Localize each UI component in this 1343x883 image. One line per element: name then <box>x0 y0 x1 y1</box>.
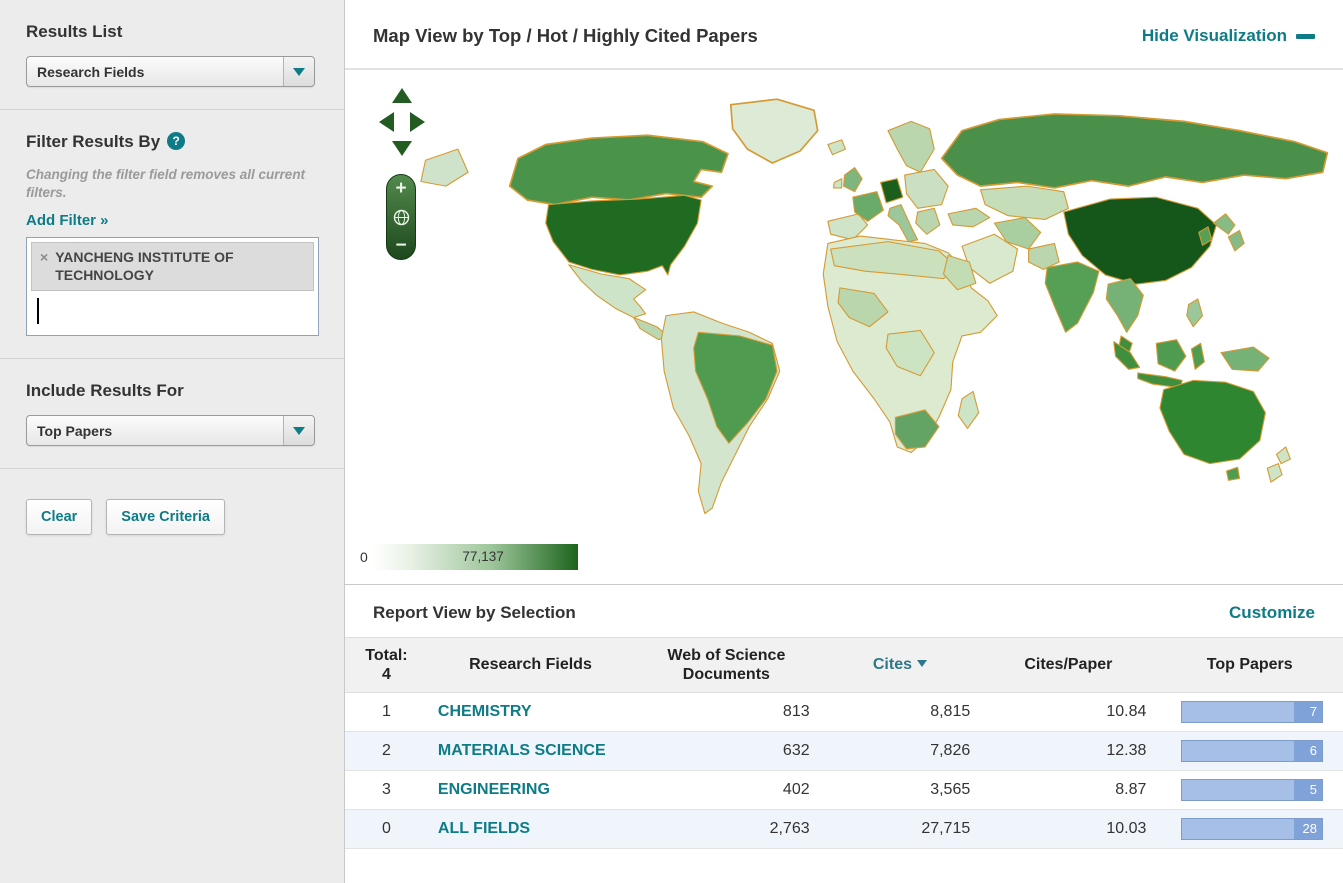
top-papers-bar[interactable]: 6 <box>1181 740 1323 763</box>
filter-section: Filter Results By? Changing the filter f… <box>0 110 344 360</box>
row-rank: 2 <box>345 731 428 772</box>
globe-icon[interactable] <box>393 209 410 226</box>
results-list-section: Results List Research Fields <box>0 0 344 110</box>
map-controls: + − <box>379 88 425 260</box>
include-results-section: Include Results For Top Papers <box>0 359 344 470</box>
hide-visualization-link[interactable]: Hide Visualization <box>1142 26 1315 46</box>
top-papers-value: 6 <box>1309 743 1317 759</box>
map-area: + − 0 77,137 <box>345 70 1343 585</box>
docs-value: 2,763 <box>633 809 820 850</box>
total-value: 4 <box>382 666 391 684</box>
top-papers-bar[interactable]: 7 <box>1181 701 1323 724</box>
zoom-in-icon[interactable]: + <box>395 179 406 198</box>
text-cursor <box>37 298 39 325</box>
remove-filter-icon[interactable]: × <box>40 249 48 266</box>
clear-button[interactable]: Clear <box>26 499 93 536</box>
cites-value: 8,815 <box>819 692 981 733</box>
top-papers-value: 5 <box>1309 782 1317 798</box>
docs-value: 813 <box>633 692 820 733</box>
column-cites-per-paper[interactable]: Cites/Paper <box>980 636 1157 694</box>
actions-section: Clear Save Criteria <box>0 469 344 557</box>
pan-down-icon[interactable] <box>392 141 412 156</box>
help-icon[interactable]: ? <box>167 132 186 150</box>
table-header-row: Total: 4 Research Fields Web of Science … <box>345 636 1343 694</box>
column-wos-documents[interactable]: Web of Science Documents <box>633 636 820 694</box>
filter-note: Changing the filter field removes all cu… <box>26 167 306 201</box>
table-row: 2 MATERIALS SCIENCE 632 7,826 12.38 6 <box>345 731 1343 772</box>
pan-right-icon[interactable] <box>410 112 425 132</box>
map-view-header: Map View by Top / Hot / Highly Cited Pap… <box>345 0 1343 70</box>
filter-tag: × YANCHENG INSTITUTE OF TECHNOLOGY <box>31 242 314 292</box>
table-row: 0 ALL FIELDS 2,763 27,715 10.03 28 <box>345 809 1343 850</box>
sort-desc-icon <box>917 660 927 668</box>
filter-input[interactable] <box>31 291 314 332</box>
column-cites[interactable]: Cites <box>819 636 981 694</box>
cites-per-paper-value: 10.03 <box>980 809 1157 850</box>
row-rank: 0 <box>345 809 428 850</box>
filter-results-title: Filter Results By? <box>26 132 318 152</box>
cites-value: 27,715 <box>819 809 981 850</box>
pan-left-icon[interactable] <box>379 112 394 132</box>
filter-box[interactable]: × YANCHENG INSTITUTE OF TECHNOLOGY <box>26 237 319 337</box>
cites-value: 7,826 <box>819 731 981 772</box>
cites-value: 3,565 <box>819 770 981 811</box>
include-results-title: Include Results For <box>26 381 184 401</box>
table-row: 1 CHEMISTRY 813 8,815 10.84 7 <box>345 692 1343 733</box>
total-label: Total: <box>365 647 408 664</box>
map-legend: 0 77,137 <box>360 544 578 570</box>
save-criteria-button[interactable]: Save Criteria <box>106 499 225 536</box>
cites-per-paper-value: 12.38 <box>980 731 1157 772</box>
world-map[interactable] <box>407 72 1332 550</box>
esi-app: Results List Research Fields Filter Resu… <box>0 0 1343 883</box>
top-papers-value: 28 <box>1302 821 1317 837</box>
legend-min-label: 0 <box>360 549 368 565</box>
include-results-dropdown[interactable]: Top Papers <box>26 415 315 447</box>
sidebar: Results List Research Fields Filter Resu… <box>0 0 345 883</box>
top-papers-bar[interactable]: 5 <box>1181 779 1323 802</box>
map-countries <box>420 98 1329 515</box>
report-table: Total: 4 Research Fields Web of Science … <box>345 636 1343 850</box>
column-top-papers[interactable]: Top Papers <box>1156 636 1343 694</box>
field-link[interactable]: ENGINEERING <box>438 781 550 798</box>
legend-max-label: 77,137 <box>462 549 504 564</box>
field-link[interactable]: CHEMISTRY <box>438 703 532 720</box>
pan-up-icon[interactable] <box>392 88 412 103</box>
field-link[interactable]: ALL FIELDS <box>438 820 530 837</box>
total-header: Total: 4 <box>345 636 428 694</box>
report-view-title: Report View by Selection <box>373 603 576 622</box>
docs-value: 402 <box>633 770 820 811</box>
row-rank: 3 <box>345 770 428 811</box>
chevron-down-icon[interactable] <box>283 57 314 86</box>
main-panel: Map View by Top / Hot / Highly Cited Pap… <box>345 0 1343 883</box>
table-row: 3 ENGINEERING 402 3,565 8.87 5 <box>345 770 1343 811</box>
map-pan-control[interactable] <box>379 88 425 156</box>
filter-tag-label: YANCHENG INSTITUTE OF TECHNOLOGY <box>55 249 234 283</box>
report-view-header: Report View by Selection Customize <box>345 585 1343 637</box>
customize-link[interactable]: Customize <box>1229 603 1315 623</box>
legend-gradient-bar: 77,137 <box>371 544 578 570</box>
cites-per-paper-value: 10.84 <box>980 692 1157 733</box>
hide-visualization-label: Hide Visualization <box>1141 26 1287 45</box>
results-list-dropdown[interactable]: Research Fields <box>26 56 315 87</box>
filter-title-text: Filter Results By <box>26 132 161 151</box>
docs-value: 632 <box>633 731 820 772</box>
column-research-fields[interactable]: Research Fields <box>427 636 634 694</box>
results-list-title: Results List <box>26 22 123 41</box>
row-rank: 1 <box>345 692 428 733</box>
chevron-down-icon[interactable] <box>283 416 314 446</box>
cites-label: Cites <box>872 656 912 674</box>
include-dropdown-value: Top Papers <box>37 422 113 439</box>
zoom-out-icon[interactable]: − <box>395 236 406 255</box>
map-view-title: Map View by Top / Hot / Highly Cited Pap… <box>373 25 758 46</box>
collapse-icon <box>1296 33 1315 39</box>
top-papers-bar[interactable]: 28 <box>1181 818 1323 841</box>
add-filter-link[interactable]: Add Filter » <box>26 212 109 229</box>
map-zoom-control[interactable]: + − <box>386 174 416 260</box>
field-link[interactable]: MATERIALS SCIENCE <box>438 742 606 759</box>
top-papers-value: 7 <box>1309 704 1317 720</box>
cites-per-paper-value: 8.87 <box>980 770 1157 811</box>
results-dropdown-value: Research Fields <box>37 63 145 80</box>
